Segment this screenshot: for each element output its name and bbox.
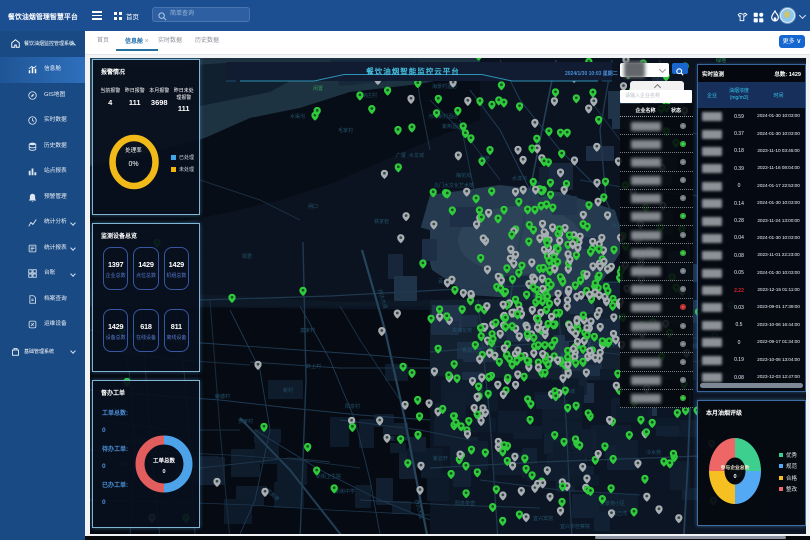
svg-text:鲸塘村: 鲸塘村 <box>215 393 230 400</box>
svg-text:毛家村: 毛家村 <box>338 127 353 134</box>
svg-text:宜兴宾馆: 宜兴宾馆 <box>533 515 553 522</box>
svg-text:阳泉村: 阳泉村 <box>345 403 360 410</box>
svg-text:闸口: 闸口 <box>308 203 318 210</box>
svg-text:紫云轩: 紫云轩 <box>433 455 448 462</box>
svg-text:闲置: 闲置 <box>313 85 323 92</box>
svg-text:工单总数: 工单总数 <box>153 456 176 464</box>
svg-text:参与企业总数: 参与企业总数 <box>721 464 750 471</box>
svg-text:岭上村: 岭上村 <box>306 363 321 370</box>
svg-text:水渠沟: 水渠沟 <box>290 113 305 120</box>
svg-text:冷水苑: 冷水苑 <box>646 449 661 456</box>
svg-text:贺家村: 贺家村 <box>238 418 253 425</box>
svg-text:0: 0 <box>733 474 736 480</box>
svg-text:新街中学: 新街中学 <box>335 488 355 495</box>
svg-text:0: 0 <box>162 469 165 475</box>
svg-text:新村: 新村 <box>283 387 293 394</box>
svg-text:河埒新村酒店: 河埒新村酒店 <box>428 113 458 120</box>
svg-text:广厦 ·水龙城: 广厦 ·水龙城 <box>396 152 424 159</box>
svg-text:宜兴市检察院: 宜兴市检察院 <box>560 523 590 530</box>
svg-text:新街卫生院: 新街卫生院 <box>316 473 341 480</box>
svg-text:梅花坞: 梅花坞 <box>456 172 471 179</box>
svg-text:铜君: 铜君 <box>242 253 252 260</box>
svg-text:铁家宕: 铁家宕 <box>374 218 389 225</box>
svg-text:失地花苑: 失地花苑 <box>452 327 472 334</box>
svg-text:紫荆酒店: 紫荆酒店 <box>442 123 462 130</box>
svg-text:水漆沟: 水漆沟 <box>512 175 527 182</box>
svg-text:富家村: 富家村 <box>300 327 315 334</box>
svg-text:纳庄村: 纳庄村 <box>362 92 377 99</box>
svg-text:阳羡茶壶: 阳羡茶壶 <box>455 500 475 507</box>
